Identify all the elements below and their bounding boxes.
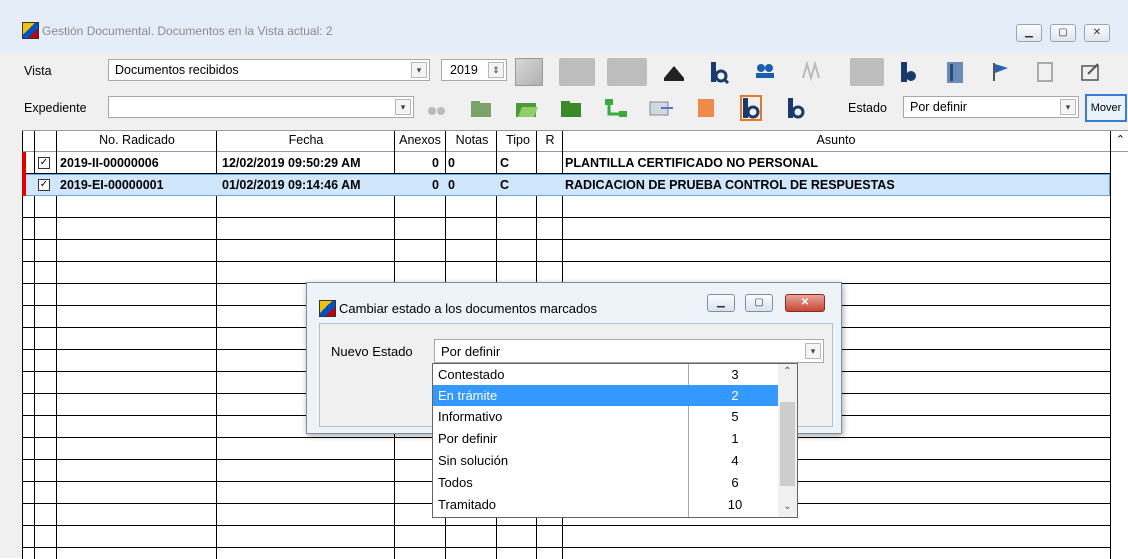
- document-search-icon[interactable]: [782, 94, 810, 122]
- table-row[interactable]: ✓ 2019-EI-00000001 01/02/2019 09:14:46 A…: [22, 174, 1110, 196]
- window-title: Gestión Documental. Documentos en la Vis…: [42, 24, 333, 38]
- document-search-icon[interactable]: [895, 58, 923, 86]
- signature-icon[interactable]: [797, 58, 825, 86]
- estado-label: Estado: [848, 101, 887, 115]
- list-item-selected[interactable]: En trámite 2: [433, 385, 778, 406]
- col-anexos[interactable]: Anexos: [394, 133, 446, 147]
- cell-notas: 0: [448, 156, 455, 170]
- chevron-down-icon[interactable]: ▾: [805, 343, 821, 359]
- maximize-icon: ▢: [1058, 27, 1068, 38]
- chevron-down-icon[interactable]: ▾: [395, 99, 411, 115]
- spinner-arrows-icon[interactable]: ⇕: [488, 62, 504, 78]
- col-r[interactable]: R: [538, 133, 562, 147]
- folder-disabled-icon[interactable]: [559, 58, 595, 86]
- mover-button[interactable]: Mover: [1085, 94, 1127, 122]
- maximize-icon: ▢: [754, 297, 764, 308]
- list-item[interactable]: Todos 6: [433, 472, 778, 493]
- chevron-down-icon[interactable]: ▾: [1060, 99, 1076, 115]
- cell-tipo: C: [500, 156, 510, 170]
- dropdown-scrollbar[interactable]: ⌃ ⌄: [778, 364, 797, 517]
- form-icon[interactable]: [1031, 58, 1059, 86]
- folder-open-icon[interactable]: [512, 94, 540, 122]
- year-spinner[interactable]: 2019 ⇕: [441, 59, 507, 81]
- document-search-icon[interactable]: [737, 94, 765, 122]
- row-checkbox[interactable]: ✓: [38, 179, 50, 191]
- minimize-button[interactable]: ▁: [1016, 24, 1042, 42]
- vista-label: Vista: [24, 64, 52, 78]
- expediente-select[interactable]: ▾: [108, 96, 414, 118]
- edit-icon[interactable]: [1076, 58, 1104, 86]
- folder-icon[interactable]: [557, 94, 585, 122]
- cell-tipo: C: [500, 178, 510, 192]
- col-notas[interactable]: Notas: [446, 133, 498, 147]
- grid-header: No. Radicado Fecha Anexos Notas Tipo R A…: [22, 131, 1128, 152]
- cell-anexos: 0: [432, 178, 439, 192]
- scroll-up-icon[interactable]: ⌃: [1116, 133, 1125, 146]
- users-icon[interactable]: [751, 58, 779, 86]
- book-icon[interactable]: [660, 58, 688, 86]
- maximize-button[interactable]: ▢: [1050, 24, 1076, 42]
- col-fecha[interactable]: Fecha: [218, 133, 394, 147]
- binoculars-icon[interactable]: [422, 94, 450, 122]
- nuevo-estado-value: Por definir: [441, 344, 501, 359]
- list-item[interactable]: Informativo 5: [433, 406, 778, 427]
- cell-asunto: PLANTILLA CERTIFICADO NO PERSONAL: [565, 156, 819, 170]
- workflow-icon[interactable]: [602, 94, 630, 122]
- app-icon: [22, 22, 39, 39]
- table-row[interactable]: ✓ 2019-II-00000006 12/02/2019 09:50:29 A…: [22, 152, 1110, 174]
- list-item[interactable]: Contestado 3: [433, 364, 778, 385]
- estado-value: Por definir: [910, 100, 967, 114]
- scroll-down-icon[interactable]: ⌄: [778, 501, 797, 517]
- nuevo-estado-label: Nuevo Estado: [331, 344, 413, 359]
- export-icon[interactable]: [692, 94, 720, 122]
- cell-radicado: 2019-EI-00000001: [60, 178, 164, 192]
- cell-radicado: 2019-II-00000006: [60, 156, 159, 170]
- vista-value: Documentos recibidos: [115, 63, 239, 77]
- document-disabled-icon[interactable]: [607, 58, 647, 86]
- main-window: Gestión Documental. Documentos en la Vis…: [0, 0, 1128, 559]
- close-icon: ✕: [1092, 27, 1102, 38]
- cell-anexos: 0: [432, 156, 439, 170]
- close-icon: ✕: [800, 297, 810, 308]
- col-tipo[interactable]: Tipo: [498, 133, 538, 147]
- vista-select[interactable]: Documentos recibidos ▾: [108, 59, 430, 81]
- estado-select[interactable]: Por definir ▾: [903, 96, 1079, 118]
- row-checkbox[interactable]: ✓: [38, 157, 50, 169]
- flag-icon[interactable]: [986, 58, 1014, 86]
- cell-asunto: RADICACION DE PRUEBA CONTROL DE RESPUEST…: [565, 178, 895, 192]
- scroll-thumb[interactable]: [780, 402, 795, 486]
- list-item[interactable]: Tramitado 10: [433, 494, 778, 515]
- cell-notas: 0: [448, 178, 455, 192]
- dialog-close-button[interactable]: ✕: [785, 294, 825, 312]
- cell-fecha: 12/02/2019 09:50:29 AM: [222, 156, 361, 170]
- cell-fecha: 01/02/2019 09:14:46 AM: [222, 178, 361, 192]
- list-item[interactable]: Sin solución 4: [433, 450, 778, 471]
- minimize-icon: ▁: [1025, 27, 1033, 38]
- col-asunto[interactable]: Asunto: [562, 133, 1110, 147]
- chevron-down-icon[interactable]: ▾: [411, 62, 427, 78]
- app-icon: [319, 300, 336, 317]
- title-bar: Gestión Documental. Documentos en la Vis…: [0, 0, 1128, 52]
- dialog-title: Cambiar estado a los documentos marcados: [339, 301, 597, 316]
- estado-dropdown-list: Contestado 3 En trámite 2 Informativo 5 …: [432, 363, 798, 518]
- mail-clock-icon[interactable]: [515, 58, 543, 86]
- list-item[interactable]: Por definir 1: [433, 428, 778, 449]
- col-radicado[interactable]: No. Radicado: [58, 133, 216, 147]
- folder-move-icon[interactable]: [467, 94, 495, 122]
- archive-icon[interactable]: [940, 58, 968, 86]
- year-value: 2019: [450, 63, 478, 77]
- search-document-icon[interactable]: [705, 58, 733, 86]
- scroll-up-icon[interactable]: ⌃: [778, 366, 797, 382]
- dialog-minimize-button[interactable]: ▁: [707, 294, 735, 312]
- nuevo-estado-select[interactable]: Por definir ▾: [434, 339, 824, 363]
- expediente-label: Expediente: [24, 101, 87, 115]
- dialog-maximize-button[interactable]: ▢: [745, 294, 773, 312]
- disabled-tool-icon[interactable]: [850, 58, 884, 86]
- mail-forward-icon[interactable]: [647, 94, 675, 122]
- minimize-icon: ▁: [717, 297, 725, 308]
- close-button[interactable]: ✕: [1084, 24, 1110, 42]
